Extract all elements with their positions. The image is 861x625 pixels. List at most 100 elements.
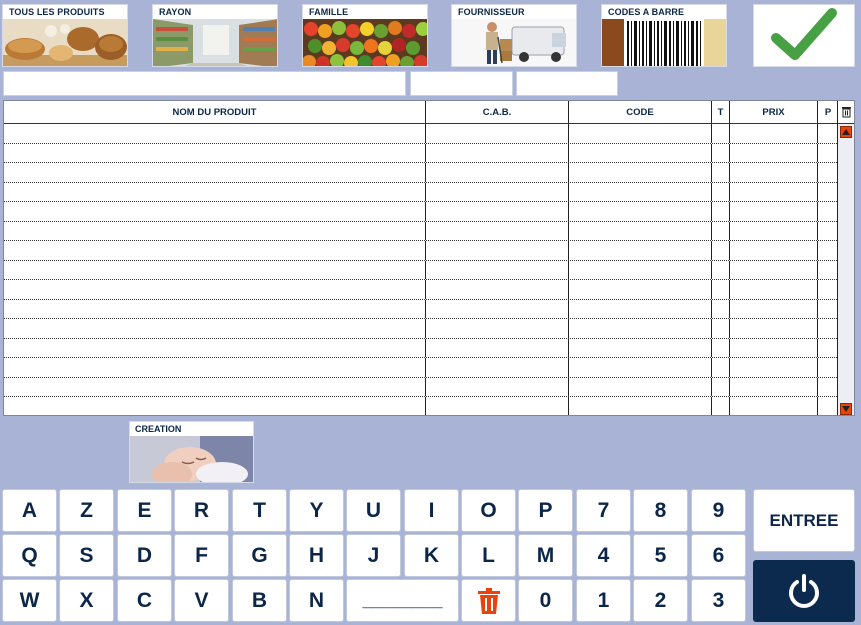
table-cell [569,397,712,415]
barcode-image [602,19,726,66]
table-row[interactable] [4,260,839,280]
table-cell [730,182,818,201]
table-cell [4,260,426,279]
key-e[interactable]: E [117,489,172,532]
key-y[interactable]: Y [289,489,344,532]
table-scrollbar[interactable] [837,101,854,415]
table-row[interactable] [4,319,839,339]
col-header-p[interactable]: P [818,101,839,123]
table-cell [569,182,712,201]
col-header-prix[interactable]: PRIX [730,101,818,123]
table-row[interactable] [4,338,839,358]
key-r[interactable]: R [174,489,229,532]
confirm-button[interactable] [753,4,855,67]
space-key[interactable]: ________ [346,579,459,622]
key-5[interactable]: 5 [633,534,688,577]
trash-icon [841,107,851,118]
creation-button[interactable]: CREATION [129,421,254,483]
table-row[interactable] [4,124,839,144]
table-cell [712,182,730,201]
key-f[interactable]: F [174,534,229,577]
key-6[interactable]: 6 [691,534,746,577]
key-q[interactable]: Q [2,534,57,577]
key-c[interactable]: C [117,579,172,622]
key-m[interactable]: M [518,534,573,577]
table-cell [712,202,730,221]
key-4[interactable]: 4 [576,534,631,577]
table-cell [730,397,818,415]
table-cell [569,202,712,221]
table-cell [4,358,426,377]
table-cell [730,163,818,182]
key-x[interactable]: X [59,579,114,622]
scroll-down-button[interactable] [840,403,852,415]
table-row[interactable] [4,280,839,300]
key-u[interactable]: U [346,489,401,532]
key-2[interactable]: 2 [633,579,688,622]
tile-fournisseur[interactable]: FOURNISSEUR [451,4,577,67]
key-j[interactable]: J [346,534,401,577]
key-8[interactable]: 8 [633,489,688,532]
tile-rayon[interactable]: RAYON [152,4,278,67]
table-row[interactable] [4,241,839,261]
key-9[interactable]: 9 [691,489,746,532]
key-o[interactable]: O [461,489,516,532]
search-cab-input[interactable] [410,71,513,96]
key-l[interactable]: L [461,534,516,577]
key-3[interactable]: 3 [691,579,746,622]
table-cell [426,221,569,240]
key-0[interactable]: 0 [518,579,573,622]
col-header-name[interactable]: NOM DU PRODUIT [4,101,426,123]
table-cell [712,260,730,279]
enter-button[interactable]: ENTREE [753,489,855,552]
table-row[interactable] [4,163,839,183]
table-row[interactable] [4,397,839,415]
key-s[interactable]: S [59,534,114,577]
table-cell [712,124,730,143]
search-product-input[interactable] [3,71,406,96]
col-header-cab[interactable]: C.A.B. [426,101,569,123]
tile-all-products-label: TOUS LES PRODUITS [9,7,105,17]
tile-codes-barre[interactable]: CODES A BARRE [601,4,727,67]
table-row[interactable] [4,299,839,319]
key-7[interactable]: 7 [576,489,631,532]
key-i[interactable]: I [404,489,459,532]
power-button[interactable] [753,560,855,622]
table-row[interactable] [4,358,839,378]
col-header-t[interactable]: T [712,101,730,123]
tile-all-products[interactable]: TOUS LES PRODUITS [2,4,128,67]
table-cell [818,202,839,221]
key-k[interactable]: K [404,534,459,577]
table-cell [818,182,839,201]
checkmark-icon [771,8,837,60]
supermarket-aisle-image [153,19,277,66]
key-b[interactable]: B [232,579,287,622]
table-cell [426,338,569,357]
table-cell [426,124,569,143]
table-cell [4,338,426,357]
scroll-up-button[interactable] [840,126,852,138]
key-z[interactable]: Z [59,489,114,532]
key-v[interactable]: V [174,579,229,622]
key-n[interactable]: N [289,579,344,622]
tile-famille[interactable]: FAMILLE [302,4,428,67]
key-p[interactable]: P [518,489,573,532]
search-code-input[interactable] [516,71,618,96]
table-row[interactable] [4,221,839,241]
key-g[interactable]: G [232,534,287,577]
table-row[interactable] [4,143,839,163]
column-delete-button[interactable] [838,101,854,124]
key-a[interactable]: A [2,489,57,532]
table-row[interactable] [4,202,839,222]
table-row[interactable] [4,182,839,202]
key-d[interactable]: D [117,534,172,577]
col-header-code[interactable]: CODE [569,101,712,123]
delete-key[interactable] [461,579,516,622]
key-1[interactable]: 1 [576,579,631,622]
table-row[interactable] [4,377,839,397]
bread-image [3,19,127,66]
table-cell [426,280,569,299]
key-h[interactable]: H [289,534,344,577]
key-t[interactable]: T [232,489,287,532]
key-w[interactable]: W [2,579,57,622]
